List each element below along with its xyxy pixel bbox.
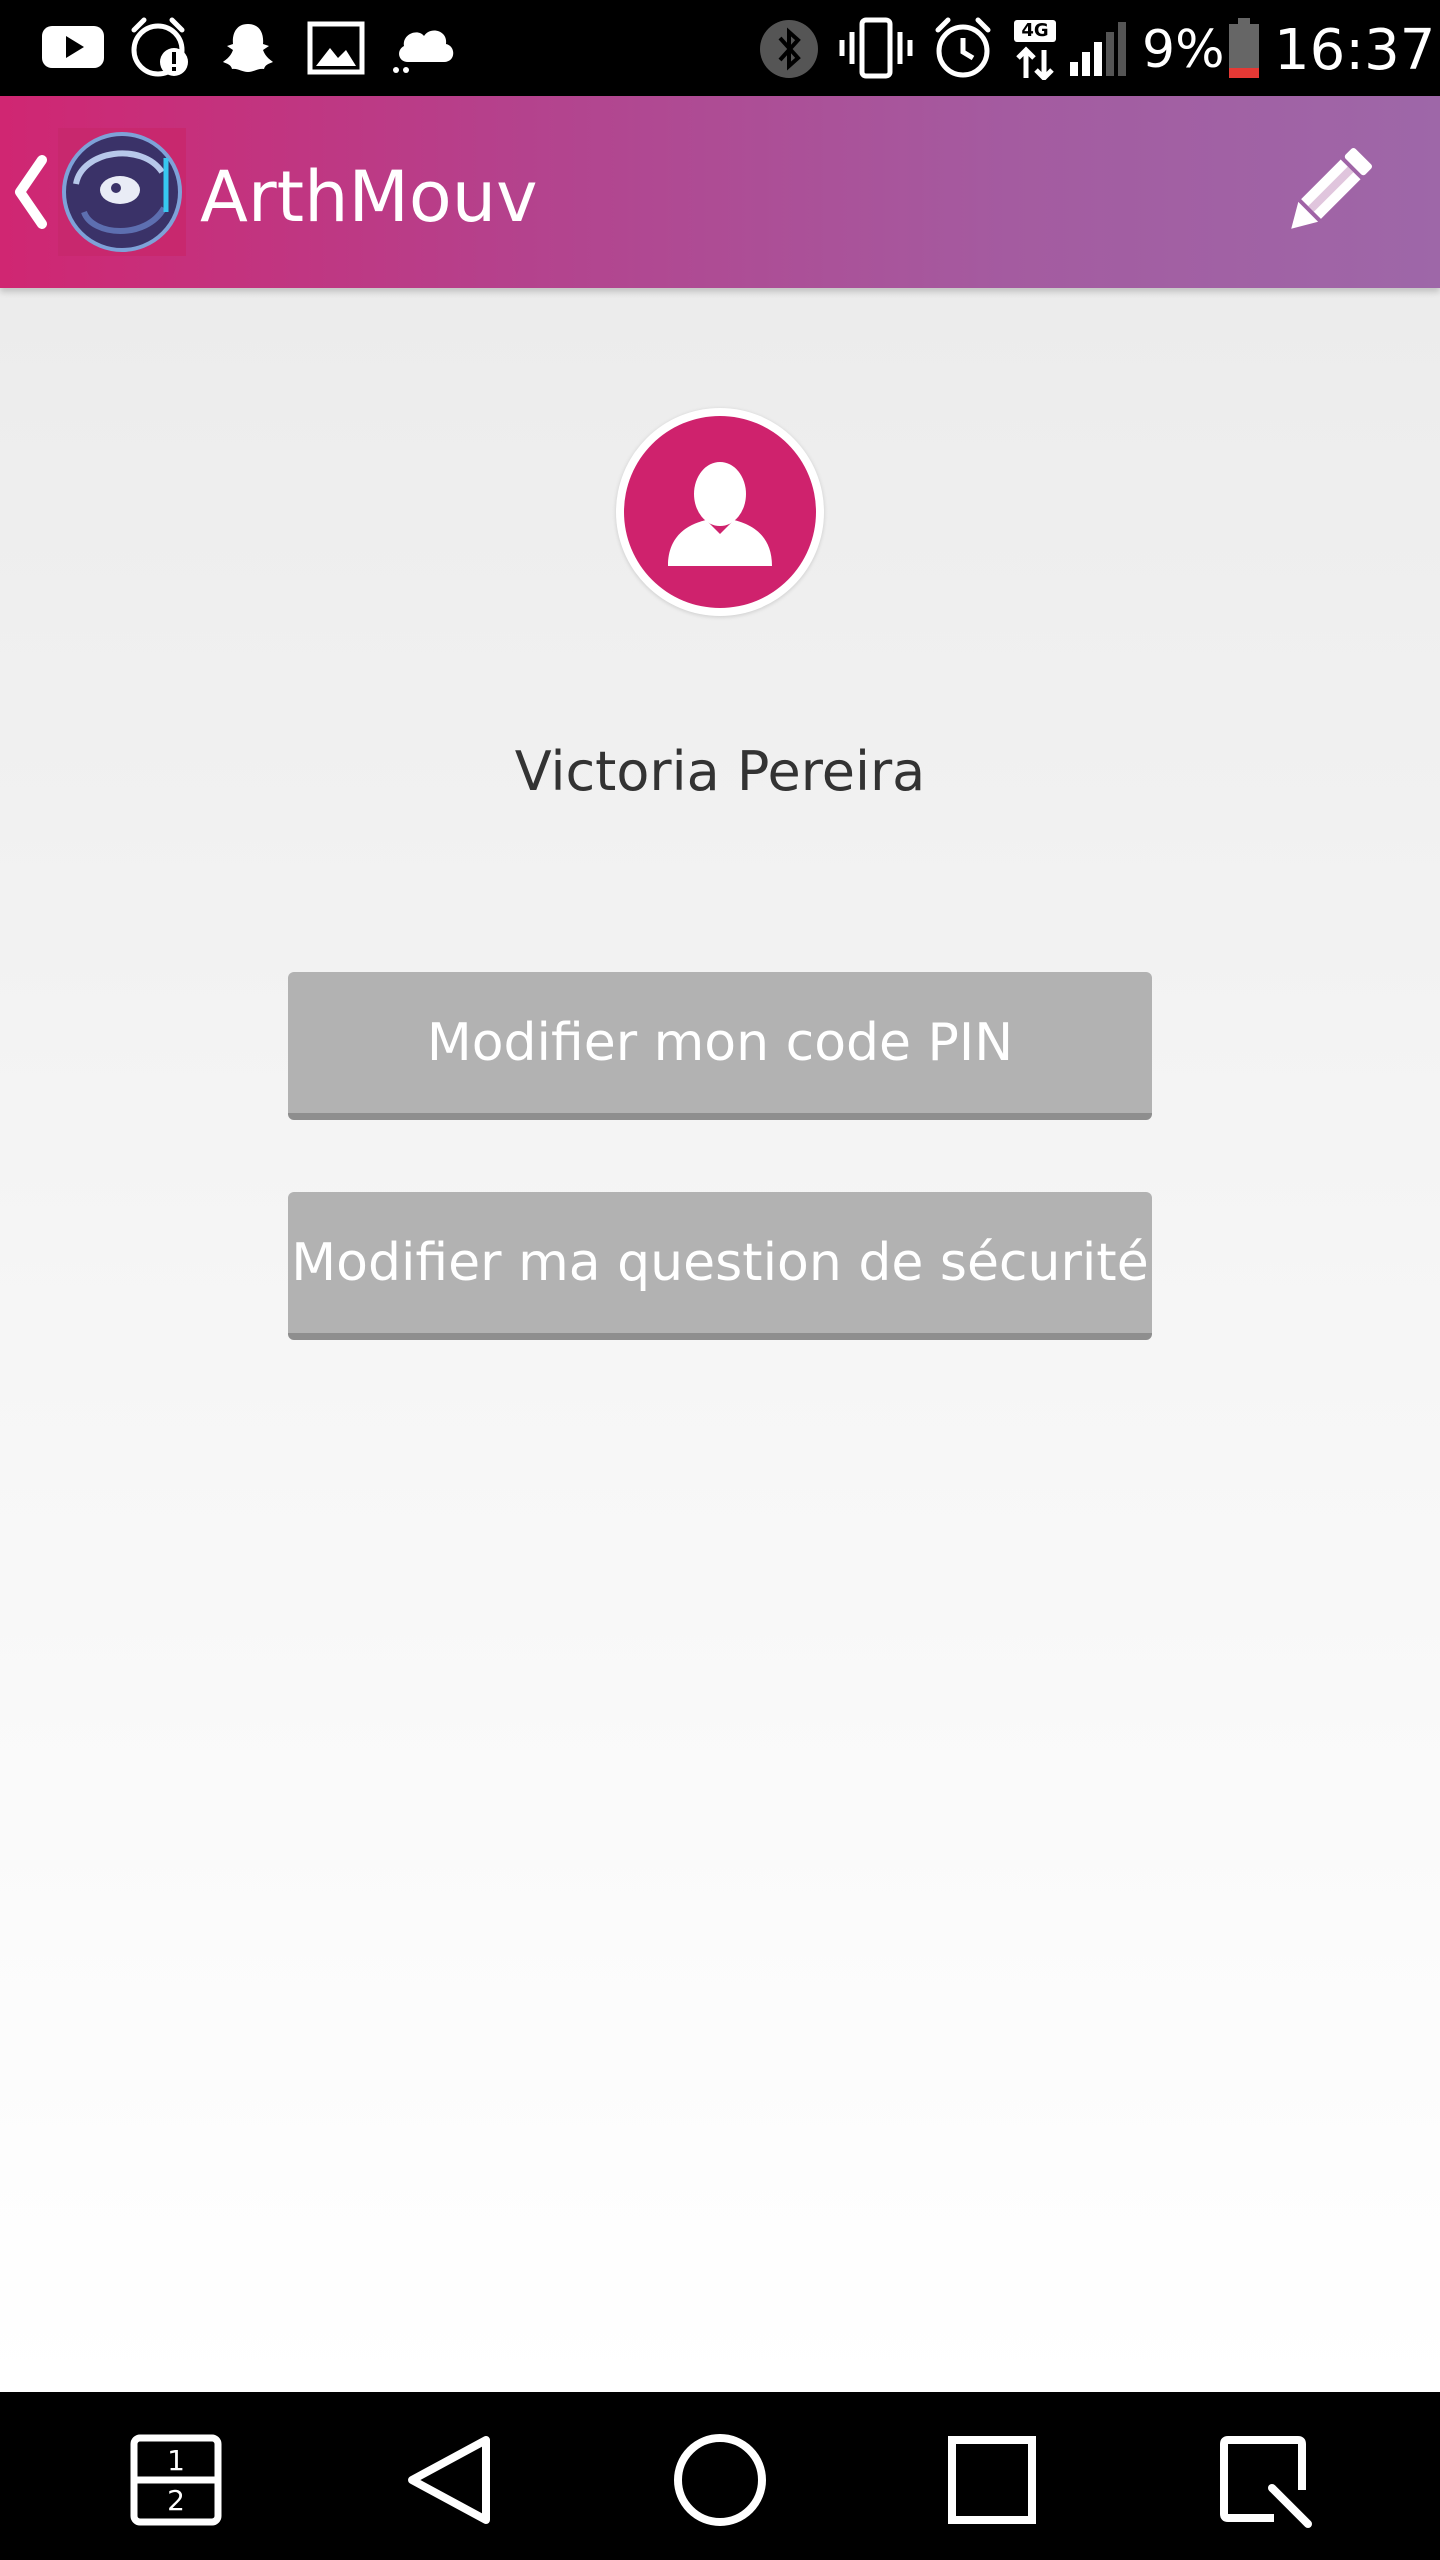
multi-window-bottom-label: 2 <box>167 2484 185 2517</box>
app-logo-icon <box>58 128 186 256</box>
multi-window-top-label: 1 <box>167 2444 185 2477</box>
vibrate-icon <box>839 17 913 79</box>
back-chevron-icon[interactable] <box>10 154 50 230</box>
app-bar: ArthMouv <box>0 96 1440 288</box>
back-button[interactable] <box>400 2430 500 2530</box>
avatar-circle <box>624 416 816 608</box>
user-name: Victoria Pereira <box>514 740 926 803</box>
change-security-question-button[interactable]: Modifier ma question de sécurité <box>288 1192 1152 1340</box>
recents-button[interactable] <box>942 2430 1042 2530</box>
user-silhouette-icon <box>668 462 772 566</box>
signal-icon <box>1070 22 1126 76</box>
capture-plus-icon <box>1220 2436 1312 2528</box>
clock: 16:37 <box>1274 18 1436 83</box>
alarm-warning-icon <box>131 17 188 77</box>
battery-percent: 9% <box>1142 20 1225 80</box>
bluetooth-icon <box>760 20 818 78</box>
gallery-icon <box>307 21 365 75</box>
cloud-icon <box>393 30 454 73</box>
status-bar: 4G 9% 16:37 <box>0 0 1440 96</box>
edit-pencil-icon[interactable] <box>1274 138 1382 246</box>
recents-square-icon <box>948 2436 1036 2524</box>
alarm-icon <box>935 17 991 78</box>
multi-window-button[interactable]: 1 2 <box>126 2430 226 2530</box>
back-triangle-icon <box>408 2436 490 2524</box>
youtube-icon <box>42 26 104 68</box>
network-type-label: 4G <box>1021 20 1049 41</box>
snapchat-icon <box>223 24 273 72</box>
avatar[interactable] <box>616 408 824 616</box>
app-title: ArthMouv <box>200 156 538 238</box>
navigation-bar: 1 2 <box>0 2392 1440 2560</box>
change-pin-button[interactable]: Modifier mon code PIN <box>288 972 1152 1120</box>
capture-button[interactable] <box>1214 2430 1314 2530</box>
battery-icon <box>1229 18 1259 78</box>
home-button[interactable] <box>670 2430 770 2530</box>
home-circle-icon <box>674 2434 766 2526</box>
profile-screen: Victoria Pereira Modifier mon code PIN M… <box>0 288 1440 2392</box>
